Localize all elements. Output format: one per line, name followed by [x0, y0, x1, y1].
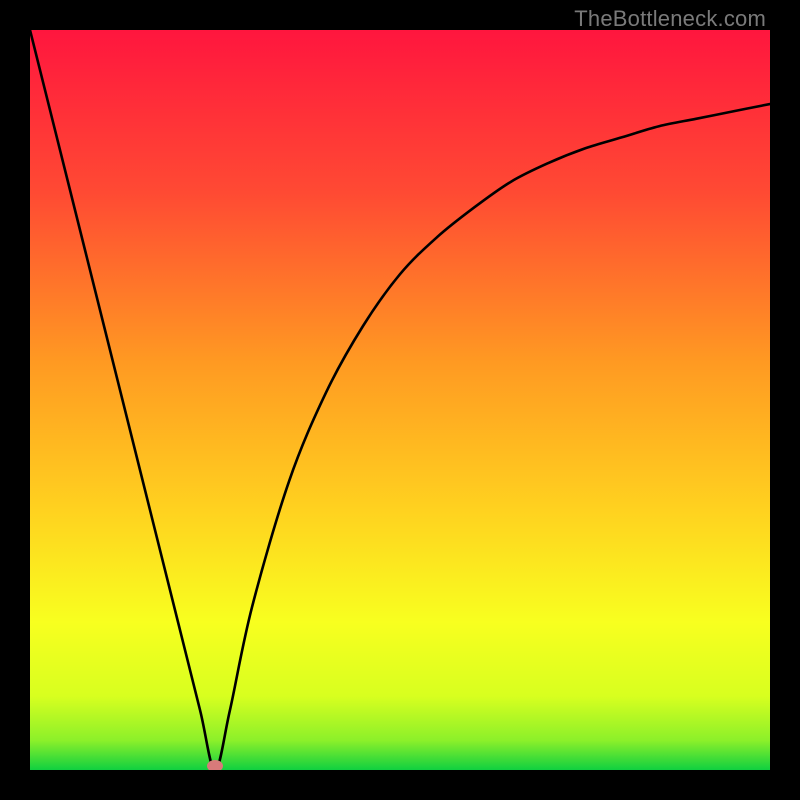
- chart-frame: [30, 30, 770, 770]
- gradient-background: [30, 30, 770, 770]
- bottleneck-chart: [30, 30, 770, 770]
- watermark-text: TheBottleneck.com: [574, 6, 766, 32]
